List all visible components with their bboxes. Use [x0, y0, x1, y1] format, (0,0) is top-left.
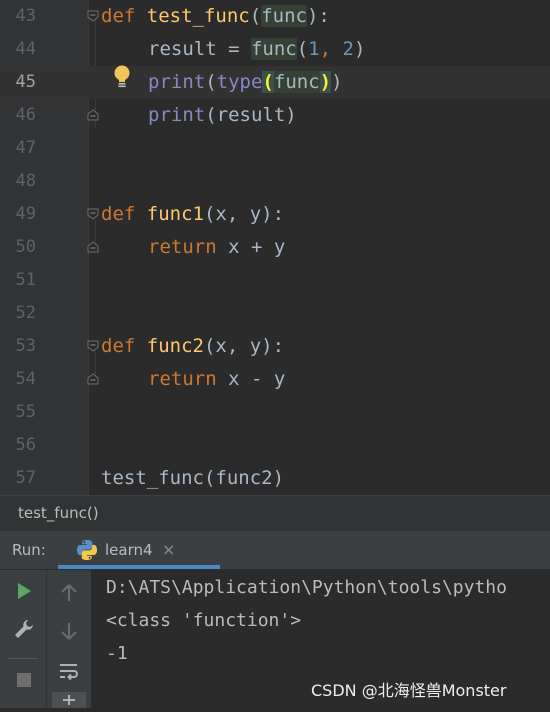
line-number: 47 — [15, 138, 36, 158]
code-line[interactable]: 46 print(result) — [0, 99, 550, 132]
line-code: def test_func(func): — [101, 5, 330, 27]
line-number: 48 — [15, 171, 36, 191]
lightbulb-icon[interactable] — [112, 64, 132, 90]
fold-end-icon[interactable] — [87, 373, 99, 385]
line-number: 54 — [15, 369, 36, 389]
fold-open-icon[interactable] — [87, 10, 99, 22]
line-code: return x + y — [148, 236, 286, 258]
line-number: 43 — [15, 6, 36, 26]
line-number: 52 — [15, 303, 36, 323]
code-line[interactable]: 57 test_func(func2) — [0, 462, 550, 495]
python-icon — [76, 539, 98, 561]
line-code: print(type(func)) — [148, 71, 343, 93]
run-tab-learn4[interactable]: learn4 × — [58, 531, 220, 569]
console-line: -1 — [106, 643, 128, 664]
code-line[interactable]: 52 — [0, 297, 550, 330]
fold-end-icon[interactable] — [87, 241, 99, 253]
line-code: result = func(1, 2) — [148, 38, 366, 60]
code-line[interactable]: 50 return x + y — [0, 231, 550, 264]
line-number: 49 — [15, 204, 36, 224]
fold-open-icon[interactable] — [87, 340, 99, 352]
code-line[interactable]: 43 def test_func(func): — [0, 0, 550, 33]
line-number: 51 — [15, 270, 36, 290]
line-number: 50 — [15, 237, 36, 257]
breadcrumb-bar: test_func() — [0, 495, 550, 532]
run-label: Run: — [12, 541, 46, 559]
down-arrow-icon[interactable] — [56, 618, 82, 644]
code-editor[interactable]: 43 def test_func(func): 44 result = func… — [0, 0, 550, 495]
line-code: return x - y — [148, 368, 286, 390]
line-number: 53 — [15, 336, 36, 356]
code-line[interactable]: 56 — [0, 429, 550, 462]
toolbar-separator — [8, 658, 38, 659]
line-number: 46 — [15, 105, 36, 125]
run-toolbar-secondary — [46, 570, 91, 708]
code-line[interactable]: 47 — [0, 132, 550, 165]
wrench-icon[interactable] — [11, 616, 37, 642]
code-line[interactable]: 48 — [0, 165, 550, 198]
rerun-icon[interactable] — [11, 578, 37, 604]
scroll-to-end-icon[interactable] — [52, 692, 86, 708]
line-code: test_func(func2) — [101, 467, 285, 489]
code-line[interactable]: 54 return x - y — [0, 363, 550, 396]
line-number: 44 — [15, 39, 36, 59]
line-code: print(result) — [148, 104, 297, 126]
code-line[interactable]: 49 def func1(x, y): — [0, 198, 550, 231]
line-number: 55 — [15, 402, 36, 422]
run-toolbar-primary — [0, 570, 46, 708]
code-line[interactable]: 44 result = func(1, 2) — [0, 33, 550, 66]
fold-open-icon[interactable] — [87, 208, 99, 220]
line-code: def func2(x, y): — [101, 335, 285, 357]
line-code: def func1(x, y): — [101, 203, 285, 225]
code-line[interactable]: 53 def func2(x, y): — [0, 330, 550, 363]
console-line: D:\ATS\Application\Python\tools\pytho — [106, 577, 507, 598]
fold-end-icon[interactable] — [87, 109, 99, 121]
code-line[interactable]: 51 — [0, 264, 550, 297]
line-number: 56 — [15, 435, 36, 455]
run-tab-label: learn4 — [105, 541, 153, 559]
up-arrow-icon[interactable] — [56, 580, 82, 606]
code-line[interactable]: 55 — [0, 396, 550, 429]
active-tab-indicator — [58, 565, 220, 569]
close-icon[interactable]: × — [162, 540, 175, 559]
stop-icon[interactable] — [11, 667, 37, 693]
code-line-current[interactable]: 45 print(type(func)) — [0, 66, 550, 99]
line-number: 45 — [15, 72, 36, 92]
watermark: CSDN @北海怪兽Monster — [311, 681, 507, 700]
console-line: <class 'function'> — [106, 610, 302, 631]
breadcrumb[interactable]: test_func() — [18, 504, 99, 522]
line-number: 57 — [15, 468, 36, 488]
soft-wrap-icon[interactable] — [56, 658, 82, 684]
